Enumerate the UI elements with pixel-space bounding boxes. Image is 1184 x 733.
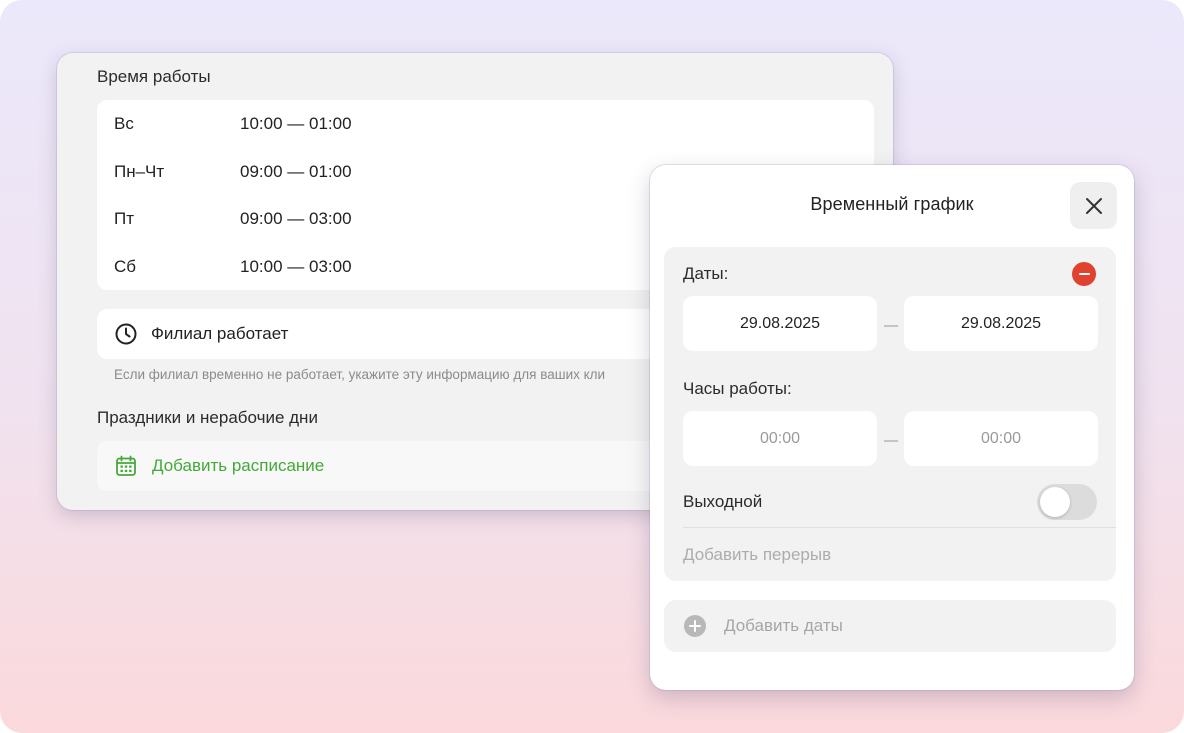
modal-title: Временный график bbox=[810, 194, 974, 214]
hours-row: Пт 09:00 — 03:00 bbox=[114, 207, 352, 231]
holidays-title: Праздники и нерабочие дни bbox=[97, 408, 318, 427]
hours-range: 09:00 — 01:00 bbox=[240, 162, 352, 181]
add-break-button[interactable]: Добавить перерыв bbox=[683, 545, 831, 565]
hours-day: Пн–Чт bbox=[114, 162, 165, 181]
day-off-label: Выходной bbox=[683, 492, 763, 511]
hours-day: Вс bbox=[114, 114, 134, 133]
temporary-schedule-modal: Временный график Даты: Часы работы: Выхо… bbox=[650, 165, 1134, 690]
add-schedule-label: Добавить расписание bbox=[152, 456, 325, 475]
schedule-panel: Даты: Часы работы: Выходной Добавить пер… bbox=[664, 247, 1116, 581]
working-hours-label: Часы работы: bbox=[683, 379, 792, 398]
toggle-knob bbox=[1040, 487, 1070, 517]
dates-label: Даты: bbox=[683, 264, 729, 283]
remove-dates-button[interactable] bbox=[1072, 262, 1096, 286]
clock-icon bbox=[115, 323, 137, 345]
range-separator bbox=[884, 325, 898, 327]
branch-status-hint: Если филиал временно не работает, укажит… bbox=[114, 367, 606, 382]
hours-range: 09:00 — 03:00 bbox=[240, 209, 352, 228]
branch-status-label: Филиал работает bbox=[151, 324, 289, 343]
hours-row: Вс 10:00 — 01:00 bbox=[114, 112, 352, 136]
time-to-input[interactable] bbox=[904, 411, 1098, 466]
hours-day: Сб bbox=[114, 257, 137, 276]
hours-row: Сб 10:00 — 03:00 bbox=[114, 255, 352, 279]
minus-icon bbox=[1078, 272, 1090, 276]
close-icon bbox=[1085, 197, 1102, 214]
plus-circle-icon bbox=[684, 615, 706, 637]
close-button[interactable] bbox=[1070, 182, 1117, 229]
background: Время работы Вс 10:00 — 01:00 Пн–Чт 09:0… bbox=[0, 0, 1184, 733]
date-from-input[interactable] bbox=[683, 296, 877, 351]
date-to-input[interactable] bbox=[904, 296, 1098, 351]
hours-range: 10:00 — 03:00 bbox=[240, 257, 352, 276]
hours-row: Пн–Чт 09:00 — 01:00 bbox=[114, 160, 352, 184]
working-hours-title: Время работы bbox=[97, 67, 211, 86]
hours-range: 10:00 — 01:00 bbox=[240, 114, 352, 133]
day-off-toggle[interactable] bbox=[1037, 484, 1097, 520]
hours-day: Пт bbox=[114, 209, 135, 228]
time-from-input[interactable] bbox=[683, 411, 877, 466]
add-dates-label: Добавить даты bbox=[724, 616, 843, 635]
add-dates-button[interactable]: Добавить даты bbox=[664, 600, 1116, 652]
range-separator bbox=[884, 440, 898, 442]
calendar-icon bbox=[116, 455, 136, 476]
divider bbox=[683, 527, 1116, 528]
